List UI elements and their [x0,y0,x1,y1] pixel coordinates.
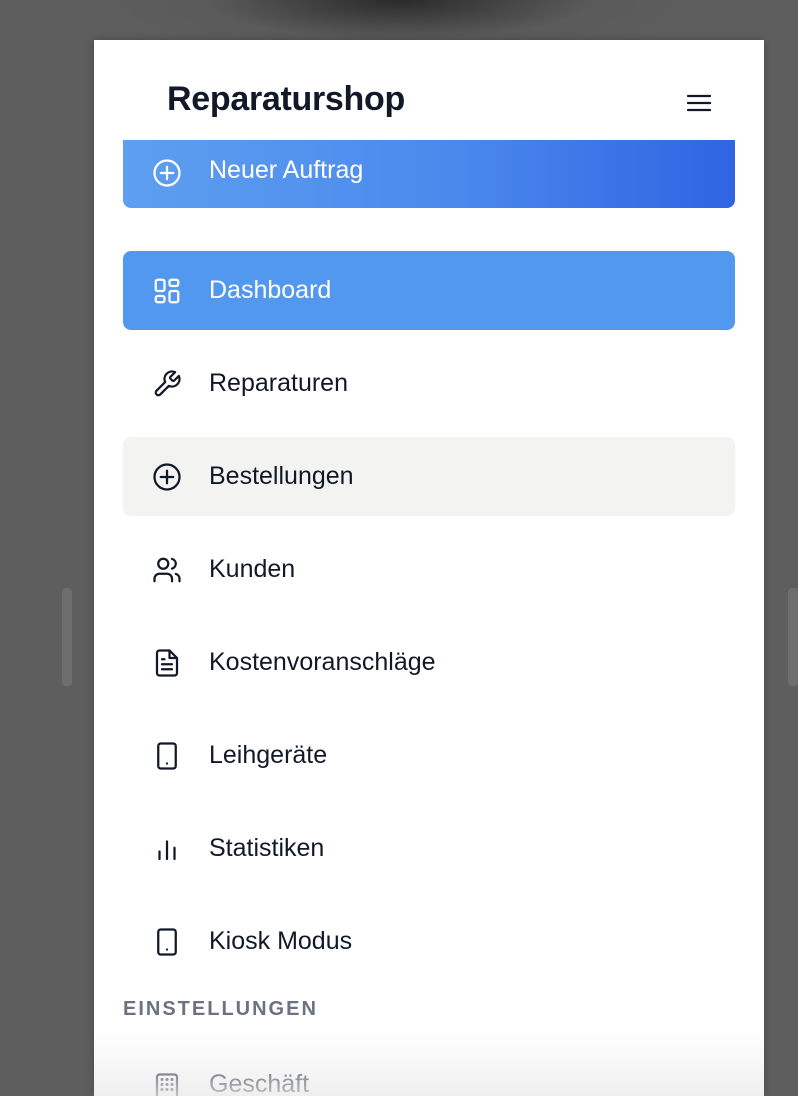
left-resize-handle[interactable] [62,588,72,686]
plus-circle-icon [153,463,181,491]
nav-item-label: Kiosk Modus [209,927,353,955]
hamburger-menu-icon [686,94,712,112]
app-title: Reparaturshop [167,80,405,118]
plus-circle-icon [153,159,181,187]
new-order-button[interactable]: Neuer Auftrag [123,140,735,208]
nav-item-label: Bestellungen [209,462,354,490]
nav-item-label: Dashboard [209,276,332,304]
hamburger-menu-button[interactable] [682,86,716,120]
new-order-label: Neuer Auftrag [209,156,364,184]
nav-item-label: Leihgeräte [209,741,328,769]
users-icon [153,557,181,583]
nav-item-label: Reparaturen [209,369,348,397]
sidebar-panel: Reparaturshop Neuer Auftrag Dashboard Re… [94,40,764,1096]
nav-item-label: Statistiken [209,834,325,862]
settings-item-geschaeft[interactable]: Geschäft [123,1062,735,1096]
wrench-icon [154,370,181,397]
dashboard-grid-icon [154,278,180,304]
nav-item-statistiken[interactable]: Statistiken [123,809,735,888]
nav-item-leihgeraete[interactable]: Leihgeräte [123,716,735,795]
settings-item-label: Geschäft [209,1070,310,1096]
tablet-icon [157,928,177,956]
settings-section-heading: EINSTELLUNGEN [123,998,318,1020]
nav-item-bestellungen[interactable]: Bestellungen [123,437,735,516]
nav-item-reparaturen[interactable]: Reparaturen [123,344,735,423]
bar-chart-icon [158,840,176,861]
nav-item-kiosk-modus[interactable]: Kiosk Modus [123,902,735,981]
nav-item-kunden[interactable]: Kunden [123,530,735,609]
document-icon [155,649,179,677]
nav-item-label: Kunden [209,555,296,583]
tablet-icon [157,742,177,770]
building-icon [155,1073,179,1096]
nav-item-dashboard[interactable]: Dashboard [123,251,735,330]
right-resize-handle[interactable] [788,588,798,686]
nav-item-label: Kostenvoranschläge [209,648,436,676]
nav-item-kostenvoranschlaege[interactable]: Kostenvoranschläge [123,623,735,702]
